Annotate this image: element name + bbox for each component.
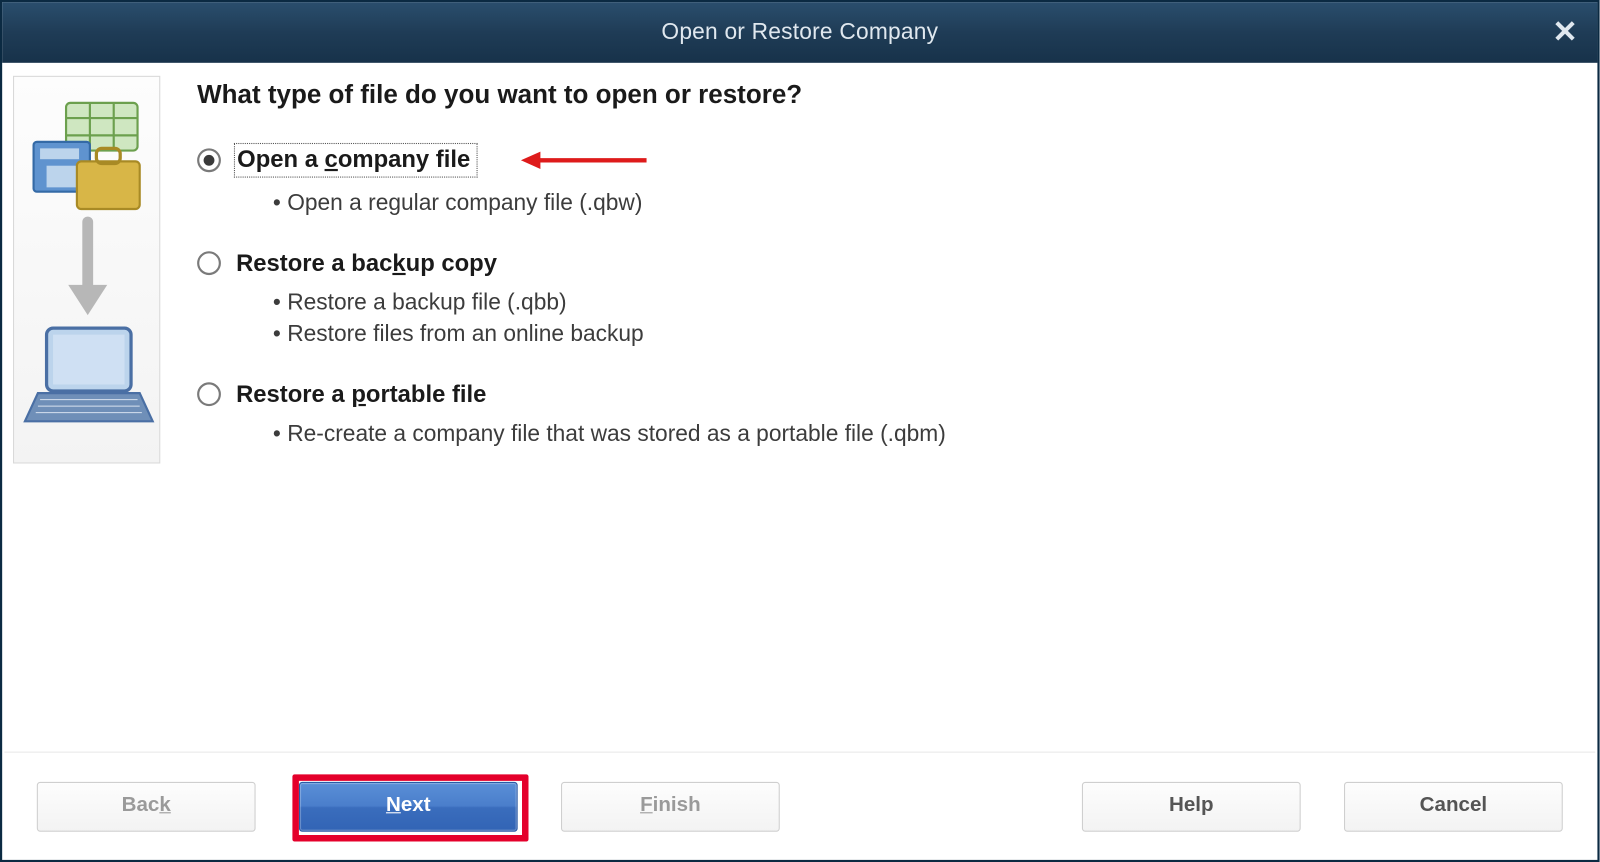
next-button[interactable]: Next	[299, 781, 518, 831]
option-0: Open a company file Open a regular compan…	[197, 143, 1573, 219]
back-button[interactable]: Back	[37, 781, 256, 831]
option-sublist-1: Restore a backup file (.qbb)Restore file…	[273, 288, 1574, 349]
option-label-0[interactable]: Open a company file	[234, 143, 478, 178]
radio-option-1[interactable]	[197, 252, 221, 276]
help-button[interactable]: Help	[1082, 781, 1301, 831]
dialog-heading: What type of file do you want to open or…	[197, 80, 1573, 110]
dialog-body: What type of file do you want to open or…	[2, 63, 1597, 752]
wizard-illustration	[13, 76, 160, 464]
dialog-footer: Back Next Finish Help Cancel	[4, 752, 1595, 858]
option-2: Restore a portable file Re-create a compa…	[197, 380, 1573, 450]
button-bar: Back Next Finish Help Cancel	[37, 779, 1563, 834]
option-sublist-2: Re-create a company file that was stored…	[273, 419, 1574, 450]
radio-option-0[interactable]	[197, 148, 221, 172]
option-1: Restore a backup copy Restore a backup fi…	[197, 249, 1573, 349]
dialog-content: What type of file do you want to open or…	[160, 76, 1586, 480]
dialog-window: Open or Restore Company ✕	[0, 0, 1600, 862]
option-sub-item: Open a regular company file (.qbw)	[273, 188, 1574, 219]
option-sub-item: Restore files from an online backup	[273, 319, 1574, 350]
option-sublist-0: Open a regular company file (.qbw)	[273, 188, 1574, 219]
radio-option-2[interactable]	[197, 382, 221, 406]
close-icon[interactable]: ✕	[1552, 2, 1578, 63]
option-label-1[interactable]: Restore a backup copy	[236, 249, 497, 277]
arrow-annotation-icon	[519, 147, 660, 173]
option-label-2[interactable]: Restore a portable file	[236, 380, 486, 408]
option-sub-item: Re-create a company file that was stored…	[273, 419, 1574, 450]
cancel-button[interactable]: Cancel	[1344, 781, 1563, 831]
titlebar: Open or Restore Company ✕	[2, 2, 1597, 63]
option-sub-item: Restore a backup file (.qbb)	[273, 288, 1574, 319]
window-title: Open or Restore Company	[661, 19, 938, 44]
finish-button[interactable]: Finish	[561, 781, 780, 831]
